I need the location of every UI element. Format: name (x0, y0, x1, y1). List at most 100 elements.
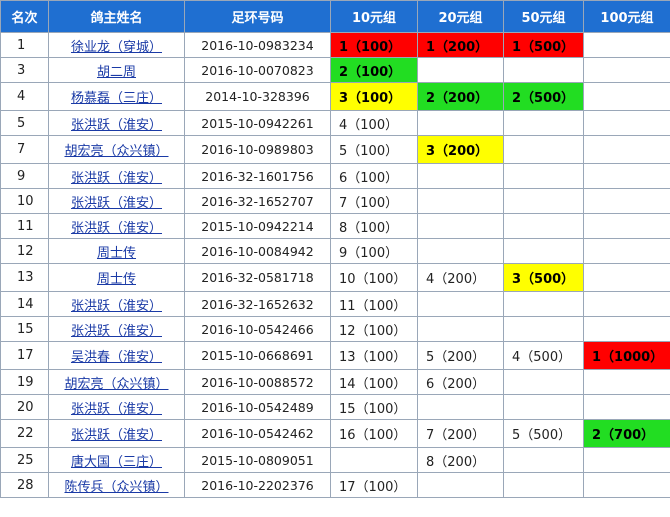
owner-link[interactable]: 张洪跃（淮安） (71, 402, 162, 417)
header-group-100: 100元组 (583, 0, 670, 33)
rank-cell: 19 (0, 369, 49, 395)
ring-cell: 2016-10-0070823 (184, 57, 331, 83)
group-100-cell (583, 394, 670, 420)
group-50-cell (503, 394, 584, 420)
ring-cell: 2016-10-0983234 (184, 32, 331, 58)
rank-cell: 10 (0, 188, 49, 214)
group-20-cell: 2（200） (417, 82, 504, 111)
owner-link[interactable]: 唐大国（三庄） (71, 455, 162, 470)
group-20-cell (417, 163, 504, 189)
group-50-cell: 5（500） (503, 419, 584, 448)
group-20-cell: 3（200） (417, 135, 504, 164)
group-10-cell: 12（100） (330, 316, 418, 342)
group-100-cell (583, 32, 670, 58)
table-row: 5 张洪跃（淮安） 2015-10-0942261 4（100） (0, 110, 670, 136)
group-50-cell (503, 213, 584, 239)
group-100-cell (583, 82, 670, 111)
group-50-cell: 3（500） (503, 263, 584, 292)
owner-link[interactable]: 胡宏亮（众兴镇） (64, 144, 168, 159)
table-row: 9 张洪跃（淮安） 2016-32-1601756 6（100） (0, 163, 670, 189)
table-row: 13 周士传 2016-32-0581718 10（100） 4（200） 3（… (0, 263, 670, 292)
ring-cell: 2016-32-1652632 (184, 291, 331, 317)
owner-cell: 张洪跃（淮安） (48, 110, 185, 136)
ring-cell: 2015-10-0809051 (184, 447, 331, 473)
rank-cell: 5 (0, 110, 49, 136)
group-20-cell (417, 57, 504, 83)
owner-link[interactable]: 陈传兵（众兴镇） (64, 480, 168, 495)
rank-cell: 4 (0, 82, 49, 111)
group-100-cell (583, 316, 670, 342)
table-row: 22 张洪跃（淮安） 2016-10-0542462 16（100） 7（200… (0, 419, 670, 448)
header-group-50: 50元组 (503, 0, 584, 33)
owner-link[interactable]: 张洪跃（淮安） (71, 118, 162, 133)
owner-link[interactable]: 张洪跃（淮安） (71, 196, 162, 211)
rank-cell: 15 (0, 316, 49, 342)
owner-cell: 胡宏亮（众兴镇） (48, 369, 185, 395)
owner-link[interactable]: 张洪跃（淮安） (71, 428, 162, 443)
group-50-cell (503, 135, 584, 164)
owner-link[interactable]: 张洪跃（淮安） (71, 221, 162, 236)
owner-cell: 张洪跃（淮安） (48, 188, 185, 214)
group-20-cell: 1（200） (417, 32, 504, 58)
owner-cell: 周士传 (48, 263, 185, 292)
group-100-cell (583, 291, 670, 317)
group-100-cell (583, 163, 670, 189)
group-10-cell: 7（100） (330, 188, 418, 214)
owner-cell: 徐业龙（穿城） (48, 32, 185, 58)
rank-cell: 17 (0, 341, 49, 370)
rank-cell: 3 (0, 57, 49, 83)
rank-cell: 7 (0, 135, 49, 164)
ring-cell: 2016-10-0542462 (184, 419, 331, 448)
owner-cell: 周士传 (48, 238, 185, 264)
group-10-cell: 10（100） (330, 263, 418, 292)
owner-link[interactable]: 周士传 (97, 272, 136, 287)
header-group-10: 10元组 (330, 0, 418, 33)
rank-cell: 20 (0, 394, 49, 420)
owner-link[interactable]: 徐业龙（穿城） (71, 40, 162, 55)
owner-link[interactable]: 杨慕磊（三庄） (71, 91, 162, 106)
owner-link[interactable]: 张洪跃（淮安） (71, 171, 162, 186)
group-100-cell (583, 188, 670, 214)
group-20-cell (417, 291, 504, 317)
ring-cell: 2015-10-0942214 (184, 213, 331, 239)
table-row: 3 胡二周 2016-10-0070823 2（100） (0, 57, 670, 83)
ring-cell: 2016-32-1601756 (184, 163, 331, 189)
table-row: 15 张洪跃（淮安） 2016-10-0542466 12（100） (0, 316, 670, 342)
group-10-cell: 1（100） (330, 32, 418, 58)
group-50-cell (503, 238, 584, 264)
group-100-cell (583, 57, 670, 83)
owner-link[interactable]: 胡宏亮（众兴镇） (64, 377, 168, 392)
group-20-cell (417, 238, 504, 264)
owner-cell: 胡宏亮（众兴镇） (48, 135, 185, 164)
header-rank: 名次 (0, 0, 49, 33)
group-20-cell: 7（200） (417, 419, 504, 448)
owner-link[interactable]: 张洪跃（淮安） (71, 299, 162, 314)
group-100-cell: 2（700） (583, 419, 670, 448)
rank-cell: 1 (0, 32, 49, 58)
owner-cell: 张洪跃（淮安） (48, 163, 185, 189)
group-100-cell (583, 135, 670, 164)
owner-link[interactable]: 张洪跃（淮安） (71, 324, 162, 339)
group-50-cell (503, 57, 584, 83)
owner-cell: 胡二周 (48, 57, 185, 83)
group-10-cell: 17（100） (330, 472, 418, 498)
table-row: 14 张洪跃（淮安） 2016-32-1652632 11（100） (0, 291, 670, 317)
group-100-cell (583, 447, 670, 473)
group-100-cell (583, 472, 670, 498)
owner-cell: 张洪跃（淮安） (48, 316, 185, 342)
table-row: 11 张洪跃（淮安） 2015-10-0942214 8（100） (0, 213, 670, 239)
owner-link[interactable]: 胡二周 (97, 65, 136, 80)
rank-cell: 11 (0, 213, 49, 239)
header-name: 鸽主姓名 (48, 0, 185, 33)
group-50-cell: 4（500） (503, 341, 584, 370)
owner-link[interactable]: 吴洪春（淮安） (71, 350, 162, 365)
group-20-cell: 8（200） (417, 447, 504, 473)
group-100-cell (583, 263, 670, 292)
ring-cell: 2016-10-2202376 (184, 472, 331, 498)
table-row: 28 陈传兵（众兴镇） 2016-10-2202376 17（100） (0, 472, 670, 498)
ring-cell: 2016-10-0084942 (184, 238, 331, 264)
group-10-cell: 2（100） (330, 57, 418, 83)
rank-cell: 12 (0, 238, 49, 264)
group-50-cell (503, 110, 584, 136)
owner-link[interactable]: 周士传 (97, 246, 136, 261)
